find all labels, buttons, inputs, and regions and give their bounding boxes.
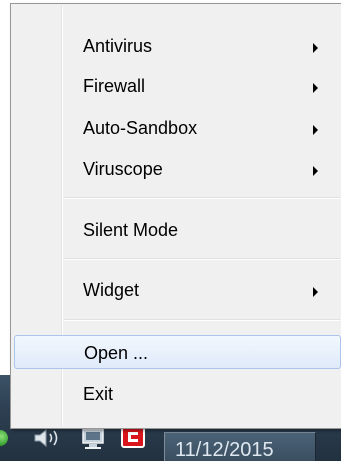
menu-item-label: Silent Mode bbox=[83, 220, 179, 240]
network-icon[interactable] bbox=[80, 427, 106, 451]
menu-item-viruscope[interactable]: Viruscope bbox=[14, 152, 341, 186]
menu-item-label: Antivirus bbox=[83, 36, 153, 56]
tray-context-menu: Antivirus Firewall Auto-Sandbox Viruscop… bbox=[10, 3, 341, 429]
menu-item-firewall[interactable]: Firewall bbox=[14, 69, 341, 103]
menu-item-auto-sandbox[interactable]: Auto-Sandbox bbox=[14, 111, 341, 145]
menu-item-label: Firewall bbox=[83, 76, 146, 96]
screen: 11/12/2015 Antivirus Firewall Auto-Sandb… bbox=[0, 0, 341, 461]
submenu-arrow-icon bbox=[313, 125, 318, 135]
menu-separator bbox=[64, 319, 340, 321]
submenu-arrow-icon bbox=[313, 166, 318, 176]
menu-item-silent-mode[interactable]: Silent Mode bbox=[14, 213, 341, 247]
menu-item-widget[interactable]: Widget bbox=[14, 273, 341, 307]
volume-icon[interactable] bbox=[33, 427, 63, 449]
menu-item-label: Viruscope bbox=[83, 159, 163, 179]
menu-separator bbox=[64, 197, 340, 199]
menu-item-open[interactable]: Open ... bbox=[14, 335, 341, 369]
submenu-arrow-icon bbox=[313, 287, 318, 297]
menu-item-exit[interactable]: Exit bbox=[14, 377, 341, 411]
clock-date[interactable]: 11/12/2015 bbox=[175, 438, 315, 461]
menu-item-label: Exit bbox=[83, 384, 114, 404]
submenu-arrow-icon bbox=[313, 43, 318, 53]
submenu-arrow-icon bbox=[313, 83, 318, 93]
menu-item-label: Open ... bbox=[84, 343, 149, 363]
menu-item-label: Auto-Sandbox bbox=[83, 118, 198, 138]
menu-item-label: Widget bbox=[83, 280, 140, 300]
menu-item-antivirus[interactable]: Antivirus bbox=[14, 29, 341, 63]
menu-separator bbox=[64, 258, 340, 260]
